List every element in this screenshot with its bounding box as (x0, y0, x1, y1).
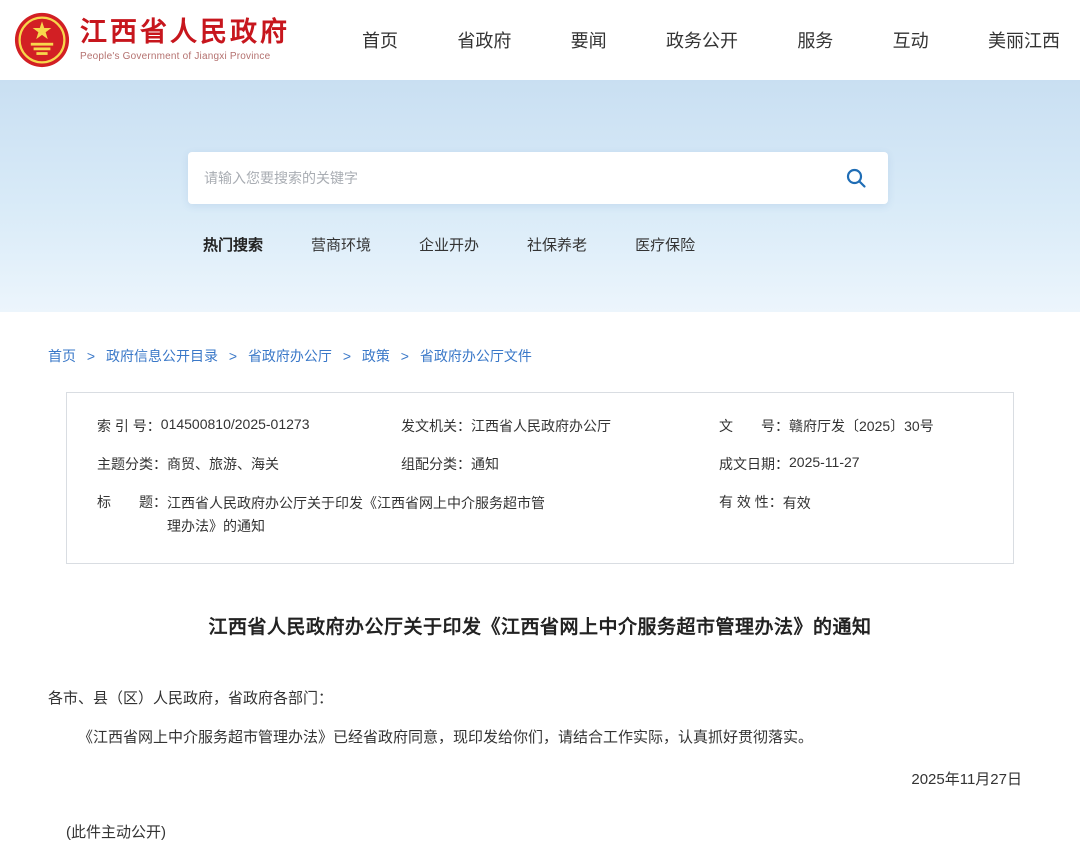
search-icon (846, 168, 866, 188)
search-input[interactable] (204, 170, 840, 186)
meta-title-label: 标 题： (97, 494, 167, 510)
document-meta-table: 索 引 号： 014500810/2025-01273 发文机关： 江西省人民政… (66, 392, 1014, 565)
meta-date-label: 成文日期： (719, 456, 789, 472)
nav-item-news[interactable]: 要闻 (571, 27, 607, 53)
content-card: 首页 > 政府信息公开目录 > 省政府办公厅 > 政策 > 省政府办公厅文件 索… (30, 312, 1050, 857)
meta-issuer-label: 发文机关： (401, 418, 471, 434)
breadcrumb-separator: > (342, 348, 352, 364)
search-box (188, 152, 888, 204)
breadcrumb-home[interactable]: 首页 (48, 348, 76, 364)
national-emblem-icon (14, 12, 70, 68)
meta-index-label: 索 引 号： (97, 418, 161, 434)
meta-row: 主题分类： 商贸、旅游、海关 组配分类： 通知 成文日期： 2025-11-27 (97, 445, 1013, 483)
breadcrumb-policy[interactable]: 政策 (362, 348, 390, 364)
breadcrumb-separator: > (228, 348, 238, 364)
hot-link-social-security[interactable]: 社保养老 (527, 234, 587, 255)
meta-group-value: 通知 (471, 456, 499, 472)
hot-link-enterprise-setup[interactable]: 企业开办 (419, 234, 479, 255)
meta-topic-value: 商贸、旅游、海关 (167, 456, 279, 472)
meta-topic-label: 主题分类： (97, 456, 167, 472)
article-open-note: (此件主动公开) (66, 823, 166, 841)
article-sign-date: 2025年11月27日 (911, 771, 1022, 789)
meta-written-date: 成文日期： 2025-11-27 (719, 454, 1013, 474)
meta-group-category: 组配分类： 通知 (401, 454, 719, 474)
site-header: 江西省人民政府 People's Government of Jiangxi P… (0, 0, 1080, 80)
article-paragraph: 《江西省网上中介服务超市管理办法》已经省政府同意，现印发给你们，请结合工作实际，… (78, 728, 814, 746)
meta-valid-value: 有效 (782, 495, 811, 511)
breadcrumb-separator: > (86, 348, 96, 364)
meta-date-value: 2025-11-27 (789, 454, 860, 470)
nav-item-beautiful-jiangxi[interactable]: 美丽江西 (988, 27, 1060, 53)
meta-document-title: 标 题： 江西省人民政府办公厅关于印发《江西省网上中介服务超市管理办法》的通知 (97, 492, 719, 538)
breadcrumb: 首页 > 政府信息公开目录 > 省政府办公厅 > 政策 > 省政府办公厅文件 (30, 312, 1050, 366)
meta-valid-label: 有 效 性： (719, 494, 783, 510)
hot-link-business-environment[interactable]: 营商环境 (311, 234, 371, 255)
nav-item-interaction[interactable]: 互动 (893, 27, 929, 53)
meta-index-value: 014500810/2025-01273 (160, 416, 310, 432)
nav-item-home[interactable]: 首页 (362, 27, 398, 53)
meta-issuer-value: 江西省人民政府办公厅 (471, 418, 611, 434)
meta-document-number: 文 号： 赣府厅发〔2025〕30号 (719, 416, 1013, 436)
nav-item-services[interactable]: 服务 (797, 27, 833, 53)
hot-search-label: 热门搜索 (203, 237, 264, 254)
meta-doc-label: 文 号： (719, 418, 789, 434)
nav-item-gov-affairs-disclosure[interactable]: 政务公开 (666, 27, 738, 53)
meta-group-label: 组配分类： (401, 456, 471, 472)
site-title: 江西省人民政府 (80, 16, 290, 47)
site-subtitle: People's Government of Jiangxi Province (80, 51, 271, 63)
nav-item-provincial-government[interactable]: 省政府 (457, 27, 511, 53)
meta-row: 标 题： 江西省人民政府办公厅关于印发《江西省网上中介服务超市管理办法》的通知 … (97, 483, 1013, 547)
search-button[interactable] (840, 162, 872, 194)
article-salutation: 各市、县（区）人民政府，省政府各部门： (48, 690, 334, 708)
meta-topic-category: 主题分类： 商贸、旅游、海关 (97, 454, 401, 474)
site-logo[interactable]: 江西省人民政府 People's Government of Jiangxi P… (14, 12, 290, 68)
hot-link-medical-insurance[interactable]: 医疗保险 (635, 234, 695, 255)
article-title: 江西省人民政府办公厅关于印发《江西省网上中介服务超市管理办法》的通知 (208, 617, 872, 639)
meta-doc-value: 赣府厅发〔2025〕30号 (789, 418, 934, 434)
meta-validity: 有 效 性： 有效 (719, 492, 1013, 515)
search-banner: 热门搜索 营商环境 企业开办 社保养老 医疗保险 (0, 80, 1080, 312)
hot-search-row: 热门搜索 营商环境 企业开办 社保养老 医疗保险 (203, 234, 1080, 255)
meta-issuing-agency: 发文机关： 江西省人民政府办公厅 (401, 416, 719, 436)
main-nav: 首页 省政府 要闻 政务公开 服务 互动 美丽江西 (362, 27, 1060, 53)
meta-index-number: 索 引 号： 014500810/2025-01273 (97, 416, 401, 436)
meta-title-value: 江西省人民政府办公厅关于印发《江西省网上中介服务超市管理办法》的通知 (167, 495, 545, 535)
breadcrumb-office-documents[interactable]: 省政府办公厅文件 (420, 348, 532, 364)
article-body: 各市、县（区）人民政府，省政府各部门： 《江西省网上中介服务超市管理办法》已经省… (30, 685, 1050, 847)
meta-row: 索 引 号： 014500810/2025-01273 发文机关： 江西省人民政… (97, 407, 1013, 445)
site-title-block: 江西省人民政府 People's Government of Jiangxi P… (80, 16, 290, 63)
breadcrumb-separator: > (400, 348, 409, 364)
breadcrumb-info-directory[interactable]: 政府信息公开目录 (106, 348, 218, 364)
breadcrumb-general-office[interactable]: 省政府办公厅 (248, 348, 332, 364)
